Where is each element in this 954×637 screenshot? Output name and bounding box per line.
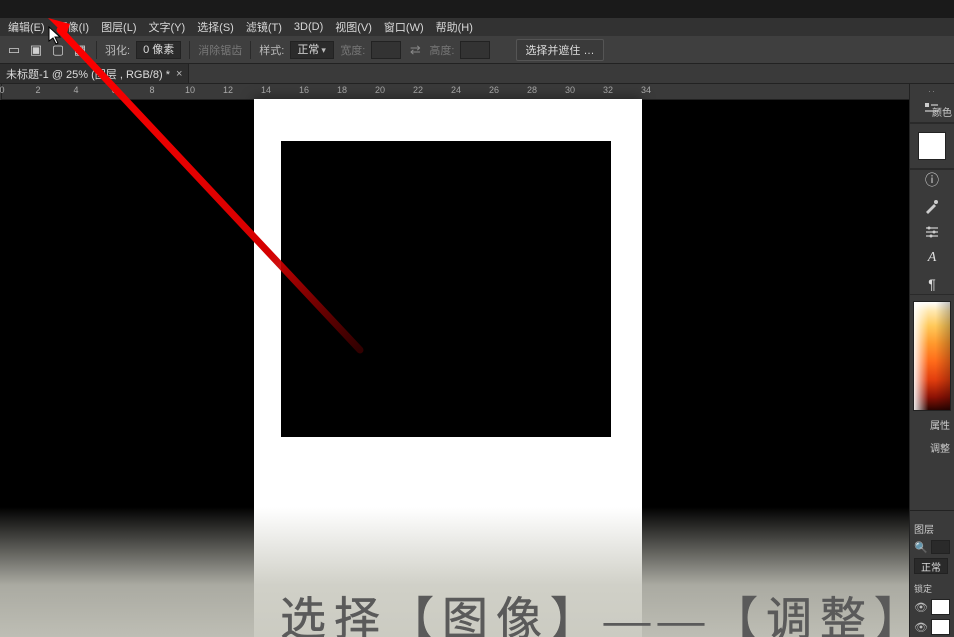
layer-filter-icon[interactable]: 🔍 — [914, 541, 928, 554]
adjustments-panel-icon[interactable] — [921, 222, 943, 242]
selection-new-icon[interactable]: ▭ — [6, 42, 22, 58]
menu-item-view[interactable]: 视图(V) — [329, 19, 378, 35]
right-panel-rail: ·· 颜色 ⓘ A ¶ 属性 调整 图层 — [909, 84, 954, 637]
feather-input[interactable]: 0 像素 — [136, 41, 181, 59]
paragraph-panel-icon[interactable]: ¶ — [921, 274, 943, 294]
canvas-artwork-rect — [281, 141, 611, 437]
menu-item-filter[interactable]: 滤镜(T) — [240, 19, 288, 35]
main-menubar: 编辑(E) 图像(I) 图层(L) 文字(Y) 选择(S) 滤镜(T) 3D(D… — [0, 18, 954, 36]
canvas-viewport[interactable]: 0 2 4 6 8 10 12 14 16 18 20 22 24 26 28 … — [0, 84, 909, 637]
menu-item-window[interactable]: 窗口(W) — [378, 19, 430, 35]
layer-visibility-icon[interactable]: 👁 — [914, 621, 928, 634]
layer-thumbnail — [931, 599, 950, 615]
antialias-checkbox-label: 消除锯齿 — [198, 42, 242, 58]
menu-item-edit[interactable]: 编辑(E) — [2, 19, 51, 35]
swap-dimensions-icon: ⇄ — [407, 42, 423, 58]
width-input — [371, 41, 401, 59]
character-panel-icon[interactable]: A — [921, 248, 943, 268]
menu-item-help[interactable]: 帮助(H) — [430, 19, 479, 35]
horizontal-ruler: 0 2 4 6 8 10 12 14 16 18 20 22 24 26 28 … — [0, 84, 909, 100]
brush-panel-icon[interactable] — [921, 196, 943, 216]
layer-visibility-icon[interactable]: 👁 — [914, 601, 928, 614]
layers-panel-tab[interactable]: 图层 — [912, 519, 952, 538]
selection-add-icon[interactable]: ▣ — [28, 42, 44, 58]
menu-item-3d[interactable]: 3D(D) — [288, 21, 329, 33]
color-spectrum-panel[interactable] — [913, 301, 951, 411]
tutorial-caption: 选择【图像】——【调整】 — [280, 583, 909, 637]
close-icon[interactable]: × — [176, 68, 182, 80]
select-and-mask-button[interactable]: 选择并遮住 … — [516, 39, 603, 61]
menu-item-image[interactable]: 图像(I) — [51, 19, 95, 35]
menu-item-type[interactable]: 文字(Y) — [143, 19, 192, 35]
layer-row-1[interactable]: 👁 — [910, 597, 954, 617]
rail-drag-handle-icon[interactable]: ·· — [923, 86, 941, 94]
adjustments-panel-tab[interactable]: 调整 — [928, 438, 952, 457]
color-panel-tab[interactable]: 颜色 — [930, 102, 954, 121]
menu-item-layer[interactable]: 图层(L) — [95, 19, 142, 35]
properties-panel-icon[interactable]: ⓘ — [921, 170, 943, 190]
layer-row-2[interactable]: 👁 — [910, 617, 954, 637]
selection-subtract-icon[interactable]: ▢ — [50, 42, 66, 58]
document-tab[interactable]: 未标题-1 @ 25% (图层 , RGB/8) * × — [0, 64, 189, 83]
tool-options-bar: ▭ ▣ ▢ ▦ 羽化: 0 像素 消除锯齿 样式: 正常▾ 宽度: ⇄ 高度: … — [0, 36, 954, 64]
height-label: 高度: — [429, 42, 454, 58]
layer-filter-input[interactable] — [931, 540, 950, 554]
layer-blend-mode-dropdown[interactable]: 正常 — [914, 558, 948, 574]
window-titlebar — [0, 0, 954, 18]
selection-intersect-icon[interactable]: ▦ — [72, 42, 88, 58]
layer-thumbnail — [931, 619, 950, 635]
document-tabstrip: 未标题-1 @ 25% (图层 , RGB/8) * × — [0, 64, 954, 84]
menu-item-select[interactable]: 选择(S) — [191, 19, 240, 35]
height-input — [460, 41, 490, 59]
width-label: 宽度: — [340, 42, 365, 58]
feather-label: 羽化: — [105, 42, 130, 58]
layer-lock-label: 锁定 — [912, 580, 952, 597]
style-dropdown[interactable]: 正常▾ — [290, 41, 334, 59]
style-label: 样式: — [259, 42, 284, 58]
document-tab-title: 未标题-1 @ 25% (图层 , RGB/8) * — [6, 66, 170, 82]
properties-panel-tab[interactable]: 属性 — [928, 415, 952, 434]
foreground-color-swatch[interactable] — [918, 132, 946, 160]
